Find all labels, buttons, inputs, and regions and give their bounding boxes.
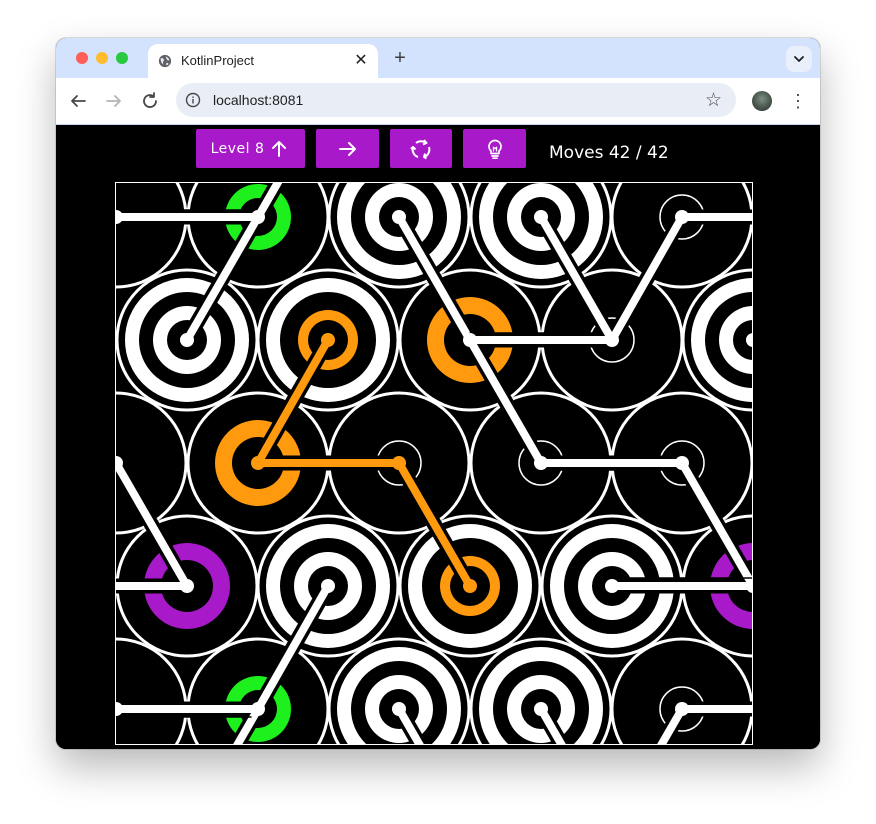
- maximize-window-button[interactable]: [116, 52, 128, 64]
- arrow-left-icon: [71, 95, 86, 107]
- address-bar[interactable]: localhost:8081 ☆: [176, 83, 736, 117]
- tab-strip: KotlinProject ✕ +: [56, 38, 820, 78]
- new-tab-button[interactable]: +: [389, 48, 411, 70]
- info-icon[interactable]: [185, 92, 201, 108]
- next-level-button[interactable]: [316, 129, 379, 168]
- star-icon[interactable]: ☆: [705, 89, 722, 112]
- restart-button[interactable]: [390, 129, 452, 168]
- hex-tile[interactable]: [186, 183, 330, 289]
- hex-tile[interactable]: [186, 637, 330, 744]
- lightbulb-icon: [487, 139, 502, 159]
- recycle-icon: [410, 138, 431, 159]
- browser-toolbar: localhost:8081 ☆ ⋮: [56, 78, 820, 125]
- arrow-right-icon: [338, 141, 356, 156]
- hex-tile[interactable]: [681, 268, 752, 412]
- game-board[interactable]: [115, 182, 753, 745]
- back-button[interactable]: [66, 89, 90, 113]
- tab-close-icon[interactable]: ✕: [352, 52, 370, 70]
- kebab-menu-icon[interactable]: ⋮: [786, 89, 810, 113]
- board-svg: [116, 183, 752, 744]
- hex-tile[interactable]: [610, 183, 752, 289]
- hex-tile[interactable]: [610, 637, 752, 744]
- tab-search-button[interactable]: [786, 46, 812, 72]
- minimize-window-button[interactable]: [96, 52, 108, 64]
- moves-counter: Moves 42 / 42: [549, 143, 669, 163]
- chevron-down-icon: [794, 56, 804, 62]
- reload-button[interactable]: [138, 89, 162, 113]
- level-button[interactable]: Level 8: [196, 129, 305, 168]
- tab-title: KotlinProject: [181, 53, 254, 68]
- hint-button[interactable]: [463, 129, 526, 168]
- hex-tile[interactable]: [469, 637, 613, 744]
- url-text[interactable]: localhost:8081: [213, 92, 303, 108]
- level-label: Level 8: [210, 140, 265, 157]
- avatar[interactable]: [752, 91, 772, 111]
- reload-icon: [143, 92, 157, 108]
- hex-tile[interactable]: [327, 183, 471, 289]
- page-content: Level 8 Moves 42 / 42: [56, 125, 820, 749]
- arrow-right-icon: [106, 95, 121, 107]
- forward-button[interactable]: [102, 89, 126, 113]
- globe-icon: [158, 54, 172, 68]
- browser-window: KotlinProject ✕ + localhost:8081 ☆ ⋮ Lev…: [56, 38, 820, 749]
- hex-tile[interactable]: [469, 183, 613, 289]
- browser-tab[interactable]: KotlinProject ✕: [148, 44, 378, 78]
- close-window-button[interactable]: [76, 52, 88, 64]
- arrow-up-icon: [272, 140, 287, 157]
- hex-tile[interactable]: [327, 637, 471, 744]
